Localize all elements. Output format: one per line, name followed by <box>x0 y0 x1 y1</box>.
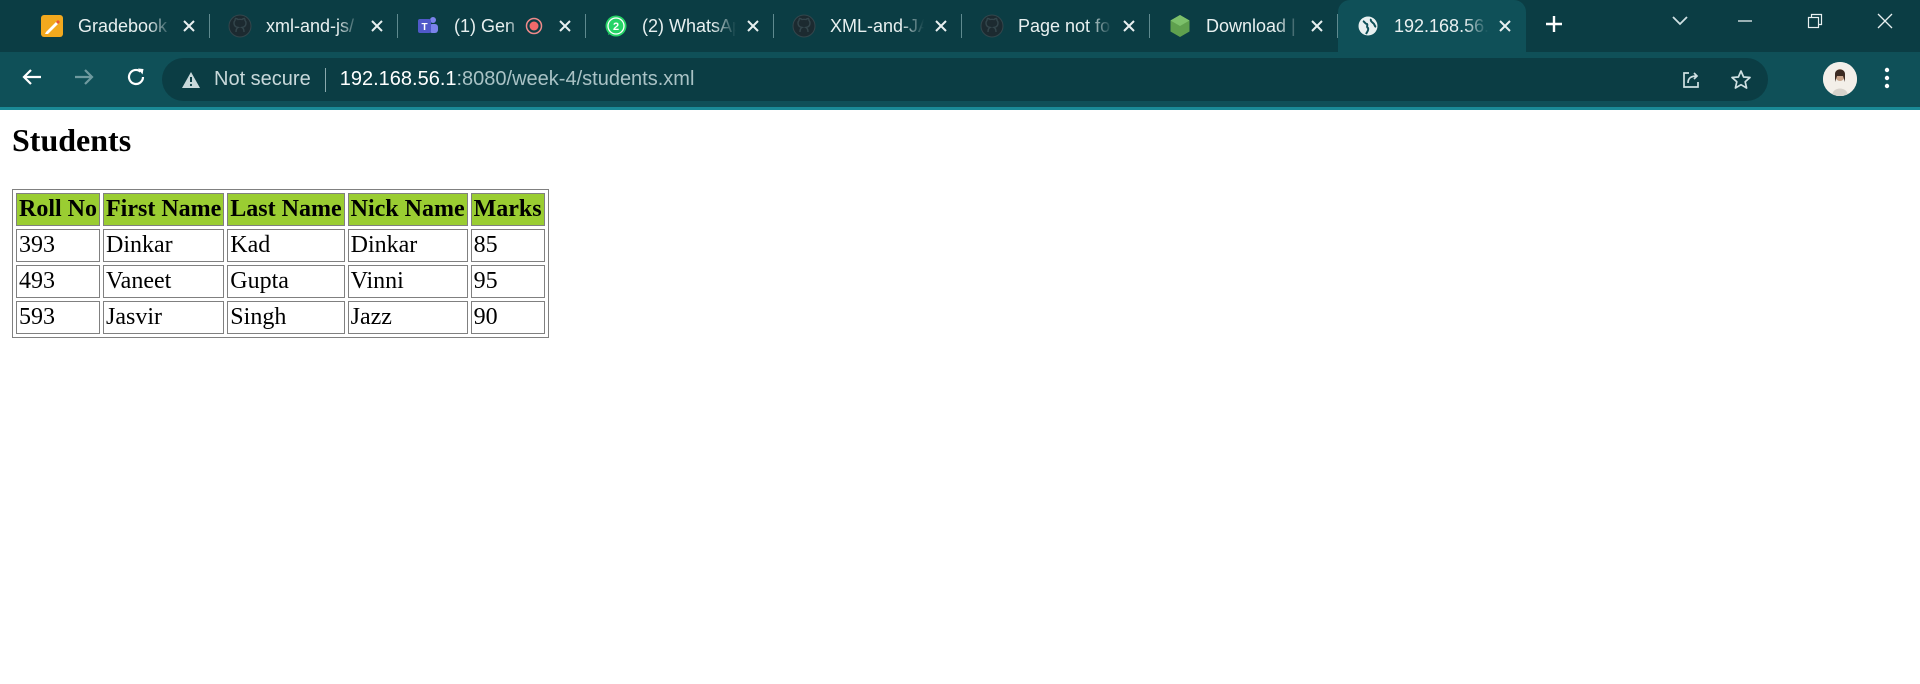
url-host[interactable]: 192.168.56.1 <box>340 68 457 91</box>
cell-last-name: Singh <box>227 301 345 334</box>
cell-marks: 85 <box>470 229 545 262</box>
minimize-button[interactable] <box>1710 0 1780 46</box>
omnibox-actions <box>1676 58 1756 101</box>
close-icon[interactable] <box>742 15 764 37</box>
menu-button[interactable] <box>1872 60 1902 100</box>
cell-last-name: Kad <box>227 229 345 262</box>
cell-roll-no: 593 <box>16 301 100 334</box>
table-row: 393 Dinkar Kad Dinkar 85 <box>16 229 545 262</box>
share-icon[interactable] <box>1676 65 1706 95</box>
arrow-right-icon <box>73 66 95 93</box>
reload-icon <box>125 66 147 93</box>
table-row: 493 Vaneet Gupta Vinni 95 <box>16 265 545 298</box>
warning-triangle-icon[interactable] <box>180 69 202 91</box>
tab-xml-and-js[interactable]: xml-and-js/ <box>210 0 398 52</box>
students-table: Roll No First Name Last Name Nick Name M… <box>12 189 549 338</box>
url-path[interactable]: :8080/week-4/students.xml <box>457 68 695 91</box>
column-header-nick-name: Nick Name <box>347 193 468 226</box>
close-icon[interactable] <box>1118 15 1140 37</box>
close-icon <box>1877 13 1893 34</box>
cell-first-name: Vaneet <box>103 265 225 298</box>
github-icon <box>228 14 252 38</box>
table-header-row: Roll No First Name Last Name Nick Name M… <box>16 193 545 226</box>
browser-toolbar: Not secure 192.168.56.1:8080/week-4/stud… <box>0 52 1920 107</box>
tab-title: xml-and-js/ <box>266 15 355 36</box>
arrow-left-icon <box>21 66 43 93</box>
tab-xml-and-ja[interactable]: XML-and-JA <box>774 0 962 52</box>
more-vert-icon <box>1884 67 1890 94</box>
close-icon[interactable] <box>1306 15 1328 37</box>
cell-last-name: Gupta <box>227 265 345 298</box>
minimize-icon <box>1737 13 1753 34</box>
restore-icon <box>1807 13 1823 34</box>
avatar-icon <box>1823 62 1857 96</box>
forward-button[interactable] <box>64 60 104 100</box>
close-icon[interactable] <box>554 15 576 37</box>
tab-title: XML-and-JA <box>830 15 924 36</box>
column-header-last-name: Last Name <box>227 193 345 226</box>
cell-roll-no: 493 <box>16 265 100 298</box>
svg-text:T: T <box>421 22 427 33</box>
address-bar[interactable]: Not secure 192.168.56.1:8080/week-4/stud… <box>162 58 1768 101</box>
github-icon <box>792 14 816 38</box>
cell-marks: 95 <box>470 265 545 298</box>
cell-first-name: Dinkar <box>103 229 225 262</box>
column-header-marks: Marks <box>470 193 545 226</box>
cell-nick-name: Dinkar <box>347 229 468 262</box>
tab-list: Gradebook xml-and-js/ T (1) Gen 2 (2) Wh… <box>0 0 1578 52</box>
tab-title: (2) WhatsAp <box>642 15 736 36</box>
tab-strip: Gradebook xml-and-js/ T (1) Gen 2 (2) Wh… <box>0 0 1920 52</box>
security-label[interactable]: Not secure <box>214 68 311 91</box>
table-row: 593 Jasvir Singh Jazz 90 <box>16 301 545 334</box>
close-window-button[interactable] <box>1850 0 1920 46</box>
tab-title: Download | <box>1206 15 1296 36</box>
close-icon[interactable] <box>178 15 200 37</box>
tab-students-xml[interactable]: 192.168.56. <box>1338 0 1526 52</box>
page-content: Students Roll No First Name Last Name Ni… <box>0 122 1920 338</box>
reload-button[interactable] <box>116 60 156 100</box>
close-icon[interactable] <box>366 15 388 37</box>
window-controls <box>1710 0 1920 52</box>
tab-title: Gradebook <box>78 15 168 36</box>
omnibox-divider <box>324 67 326 92</box>
toolbar-accent-line <box>0 107 1920 110</box>
cell-marks: 90 <box>470 301 545 334</box>
close-icon[interactable] <box>1494 15 1516 37</box>
tab-title: Page not fo <box>1018 15 1111 36</box>
cell-roll-no: 393 <box>16 229 100 262</box>
cell-nick-name: Jazz <box>347 301 468 334</box>
tab-search-button[interactable] <box>1640 0 1720 46</box>
profile-avatar[interactable] <box>1823 62 1857 96</box>
cell-first-name: Jasvir <box>103 301 225 334</box>
back-button[interactable] <box>12 60 52 100</box>
column-header-first-name: First Name <box>103 193 225 226</box>
tab-download-node[interactable]: Download | <box>1150 0 1338 52</box>
tab-page-not-found[interactable]: Page not fo <box>962 0 1150 52</box>
new-tab-button[interactable] <box>1530 0 1578 52</box>
chevron-down-icon <box>1671 14 1689 32</box>
github-icon <box>980 14 1004 38</box>
star-icon[interactable] <box>1726 65 1756 95</box>
cell-nick-name: Vinni <box>347 265 468 298</box>
close-icon[interactable] <box>930 15 952 37</box>
tab-title: 192.168.56. <box>1394 15 1488 36</box>
tab-title: (1) Gen <box>454 15 516 36</box>
tab-teams[interactable]: T (1) Gen <box>398 0 586 52</box>
gradebook-pencil-icon <box>40 14 64 38</box>
tab-gradebook[interactable]: Gradebook <box>22 0 210 52</box>
whatsapp-icon: 2 <box>604 14 628 38</box>
column-header-roll-no: Roll No <box>16 193 100 226</box>
plus-icon <box>1544 14 1564 39</box>
teams-icon: T <box>416 14 440 38</box>
tab-whatsapp[interactable]: 2 (2) WhatsAp <box>586 0 774 52</box>
recording-icon <box>524 14 544 38</box>
globe-icon <box>1356 14 1380 38</box>
whatsapp-badge: 2 <box>613 21 619 33</box>
nodejs-icon <box>1168 14 1192 38</box>
restore-button[interactable] <box>1780 0 1850 46</box>
page-title: Students <box>12 122 132 158</box>
